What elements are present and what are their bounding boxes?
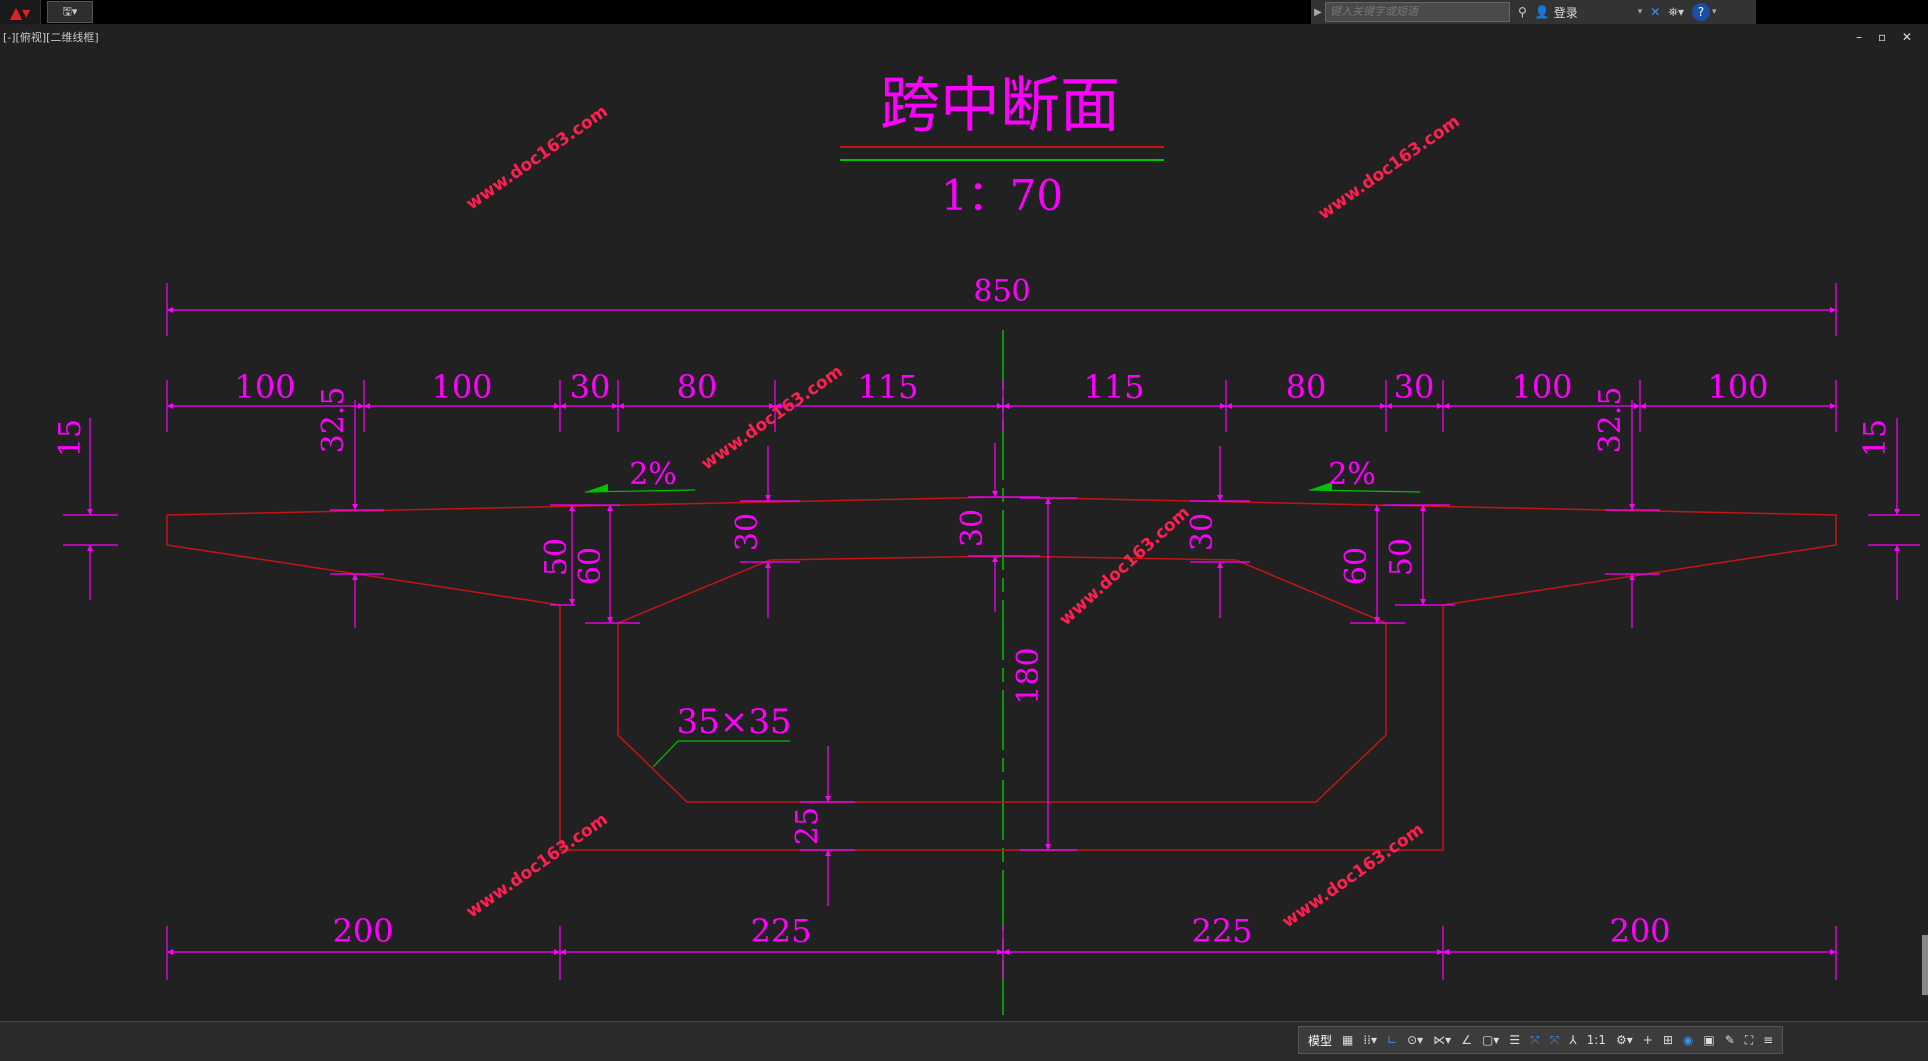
annotation-visibility-icon[interactable]: ⤧ <box>1525 1033 1545 1048</box>
dim-top-8: 30 <box>1394 368 1435 406</box>
dim-total-label: 850 <box>973 274 1030 309</box>
annotation-monitor-icon[interactable]: + <box>1638 1033 1658 1047</box>
snap-icon[interactable]: ⁞⁞▾ <box>1358 1033 1382 1047</box>
dim-bottom-labels: 200 225 225 200 <box>332 912 1670 950</box>
annotation-scale-icon[interactable]: ⅄ <box>1564 1033 1581 1047</box>
chamfer-leader: 35×35 <box>652 702 792 768</box>
units-icon[interactable]: ⊞ <box>1658 1033 1678 1047</box>
dim-top-6: 115 <box>1083 368 1144 406</box>
isolate-objects-icon[interactable]: ✎ <box>1720 1033 1740 1047</box>
status-bar: 模型 ▦ ⁞⁞▾ ∟ ⊙▾ ⋉▾ ∠ ▢▾ ☰ ⤧ ⤧ ⅄ 1:1 ⚙▾ + ⊞… <box>0 1021 1928 1061</box>
dim-top-9: 100 <box>1511 368 1572 406</box>
isodraft-icon[interactable]: ∠ <box>1456 1033 1477 1047</box>
dim-top-1: 100 <box>234 368 295 406</box>
model-tab[interactable]: 模型 <box>1303 1032 1337 1049</box>
graphics-performance-icon[interactable]: ▣ <box>1698 1033 1719 1047</box>
slope-label-left: 2% <box>629 457 677 492</box>
dim-top-7: 80 <box>1286 368 1327 406</box>
slope-marker-left: 2% <box>584 457 696 493</box>
chamfer-label: 35×35 <box>676 702 791 742</box>
lineweight-icon[interactable]: ☰ <box>1504 1033 1525 1047</box>
dim-50-left: 50 <box>539 538 574 576</box>
drawing-scale: 1：70 <box>941 171 1063 220</box>
quick-properties-icon[interactable]: ◉ <box>1678 1033 1698 1047</box>
dim-bottom-1: 200 <box>332 912 393 950</box>
polar-tracking-icon[interactable]: ⋉▾ <box>1428 1033 1456 1047</box>
clean-screen-icon[interactable]: ⛶ <box>1740 1033 1758 1048</box>
scale-selector[interactable]: 1:1 <box>1582 1033 1611 1047</box>
dim-bottom-4: 200 <box>1609 912 1670 950</box>
dim-vertical-labels: 15 15 32.5 32.5 50 60 60 50 30 30 30 180… <box>53 387 1893 845</box>
drawing-title: 跨中断面 <box>880 71 1120 141</box>
dim-180: 180 <box>1011 647 1046 704</box>
dim-top-labels: 100 100 30 80 115 115 80 30 100 100 <box>234 368 1768 406</box>
slope-label-right: 2% <box>1328 457 1376 492</box>
status-bar-tools: 模型 ▦ ⁞⁞▾ ∟ ⊙▾ ⋉▾ ∠ ▢▾ ☰ ⤧ ⤧ ⅄ 1:1 ⚙▾ + ⊞… <box>1298 1026 1784 1054</box>
dim-60-right: 60 <box>1339 547 1374 585</box>
workspace-gear-icon[interactable]: ⚙▾ <box>1611 1033 1638 1047</box>
slope-marker-right: 2% <box>1308 457 1421 493</box>
dim-bottom-2: 225 <box>750 912 811 950</box>
vertical-scrollbar-thumb[interactable] <box>1922 935 1928 995</box>
dim-bottom-3: 225 <box>1191 912 1252 950</box>
dim-32-5-right: 32.5 <box>1593 387 1628 454</box>
watermark-3: www.doc163.com <box>698 362 847 475</box>
auto-scale-icon[interactable]: ⤧ <box>1545 1033 1565 1048</box>
customization-menu-icon[interactable]: ≡ <box>1758 1033 1778 1047</box>
watermark-1: www.doc163.com <box>463 102 612 215</box>
dim-vertical-marks <box>63 400 1920 906</box>
watermark-6: www.doc163.com <box>1279 820 1428 933</box>
infer-constraints-icon[interactable]: ∟ <box>1382 1033 1402 1047</box>
dim-top-2: 100 <box>431 368 492 406</box>
drawing-canvas[interactable]: 跨中断面 1：70 850 100 100 30 80 115 115 80 3… <box>0 0 1928 1020</box>
watermark-2: www.doc163.com <box>1315 112 1464 225</box>
watermark-4: www.doc163.com <box>1056 503 1194 630</box>
watermark-5: www.doc163.com <box>463 810 612 923</box>
dim-bottom-segments <box>166 926 1837 980</box>
dim-top-5: 115 <box>857 368 918 406</box>
dim-25: 25 <box>790 807 825 845</box>
dim-top-segments <box>166 380 1837 432</box>
dim-60-left: 60 <box>573 547 608 585</box>
ortho-icon[interactable]: ⊙▾ <box>1402 1033 1428 1047</box>
dim-30-center: 30 <box>955 509 990 547</box>
dim-15-right: 15 <box>1858 419 1893 457</box>
dim-top-10: 100 <box>1707 368 1768 406</box>
dim-50-right: 50 <box>1384 538 1419 576</box>
dim-top-4: 80 <box>677 368 718 406</box>
dim-top-3: 30 <box>570 368 611 406</box>
dim-15-left: 15 <box>53 419 88 457</box>
dim-32-5-left: 32.5 <box>316 387 351 454</box>
dim-30-left: 30 <box>730 513 765 551</box>
grid-icon[interactable]: ▦ <box>1337 1033 1358 1047</box>
box-girder-section <box>166 496 1837 851</box>
object-snap-icon[interactable]: ▢▾ <box>1477 1033 1504 1047</box>
